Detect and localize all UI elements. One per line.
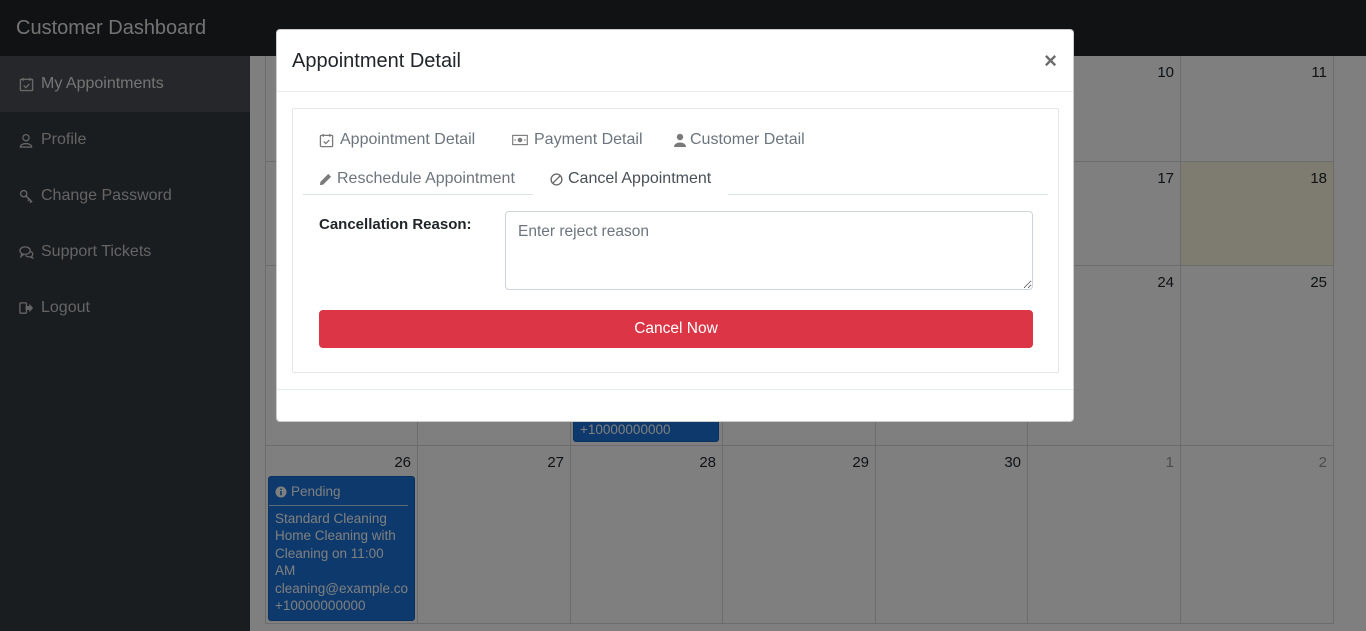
tab-appointment-detail[interactable]: Appointment Detail [318, 131, 475, 149]
tab-divider [728, 194, 1048, 195]
user-icon [674, 132, 686, 148]
modal-title: Appointment Detail [292, 50, 461, 72]
cancellation-reason-label: Cancellation Reason: [319, 216, 472, 233]
tab-reschedule-appointment[interactable]: Reschedule Appointment [318, 170, 515, 188]
cancellation-reason-input[interactable] [505, 211, 1033, 290]
modal-header: Appointment Detail × [277, 30, 1073, 92]
tab-payment-detail[interactable]: Payment Detail [512, 131, 643, 149]
close-button[interactable]: × [1044, 48, 1057, 74]
tab-label: Cancel Appointment [568, 170, 712, 187]
modal-footer-divider [277, 389, 1073, 390]
appointment-detail-modal: Appointment Detail × Appointment Detail … [276, 29, 1074, 422]
tab-label: Payment Detail [534, 131, 643, 148]
pencil-icon [318, 171, 332, 187]
tab-label: Appointment Detail [340, 131, 476, 148]
tab-label: Customer Detail [690, 131, 805, 148]
cancel-now-button[interactable]: Cancel Now [319, 310, 1033, 348]
calendar-check-icon [318, 132, 334, 148]
ban-icon [549, 171, 563, 187]
money-icon [512, 132, 528, 148]
tab-divider [303, 194, 533, 195]
modal-tab-panel: Appointment Detail Payment Detail Custom… [292, 108, 1059, 373]
tab-cancel-appointment[interactable]: Cancel Appointment [549, 170, 711, 188]
tab-label: Reschedule Appointment [337, 170, 515, 187]
tab-customer-detail[interactable]: Customer Detail [674, 131, 805, 149]
